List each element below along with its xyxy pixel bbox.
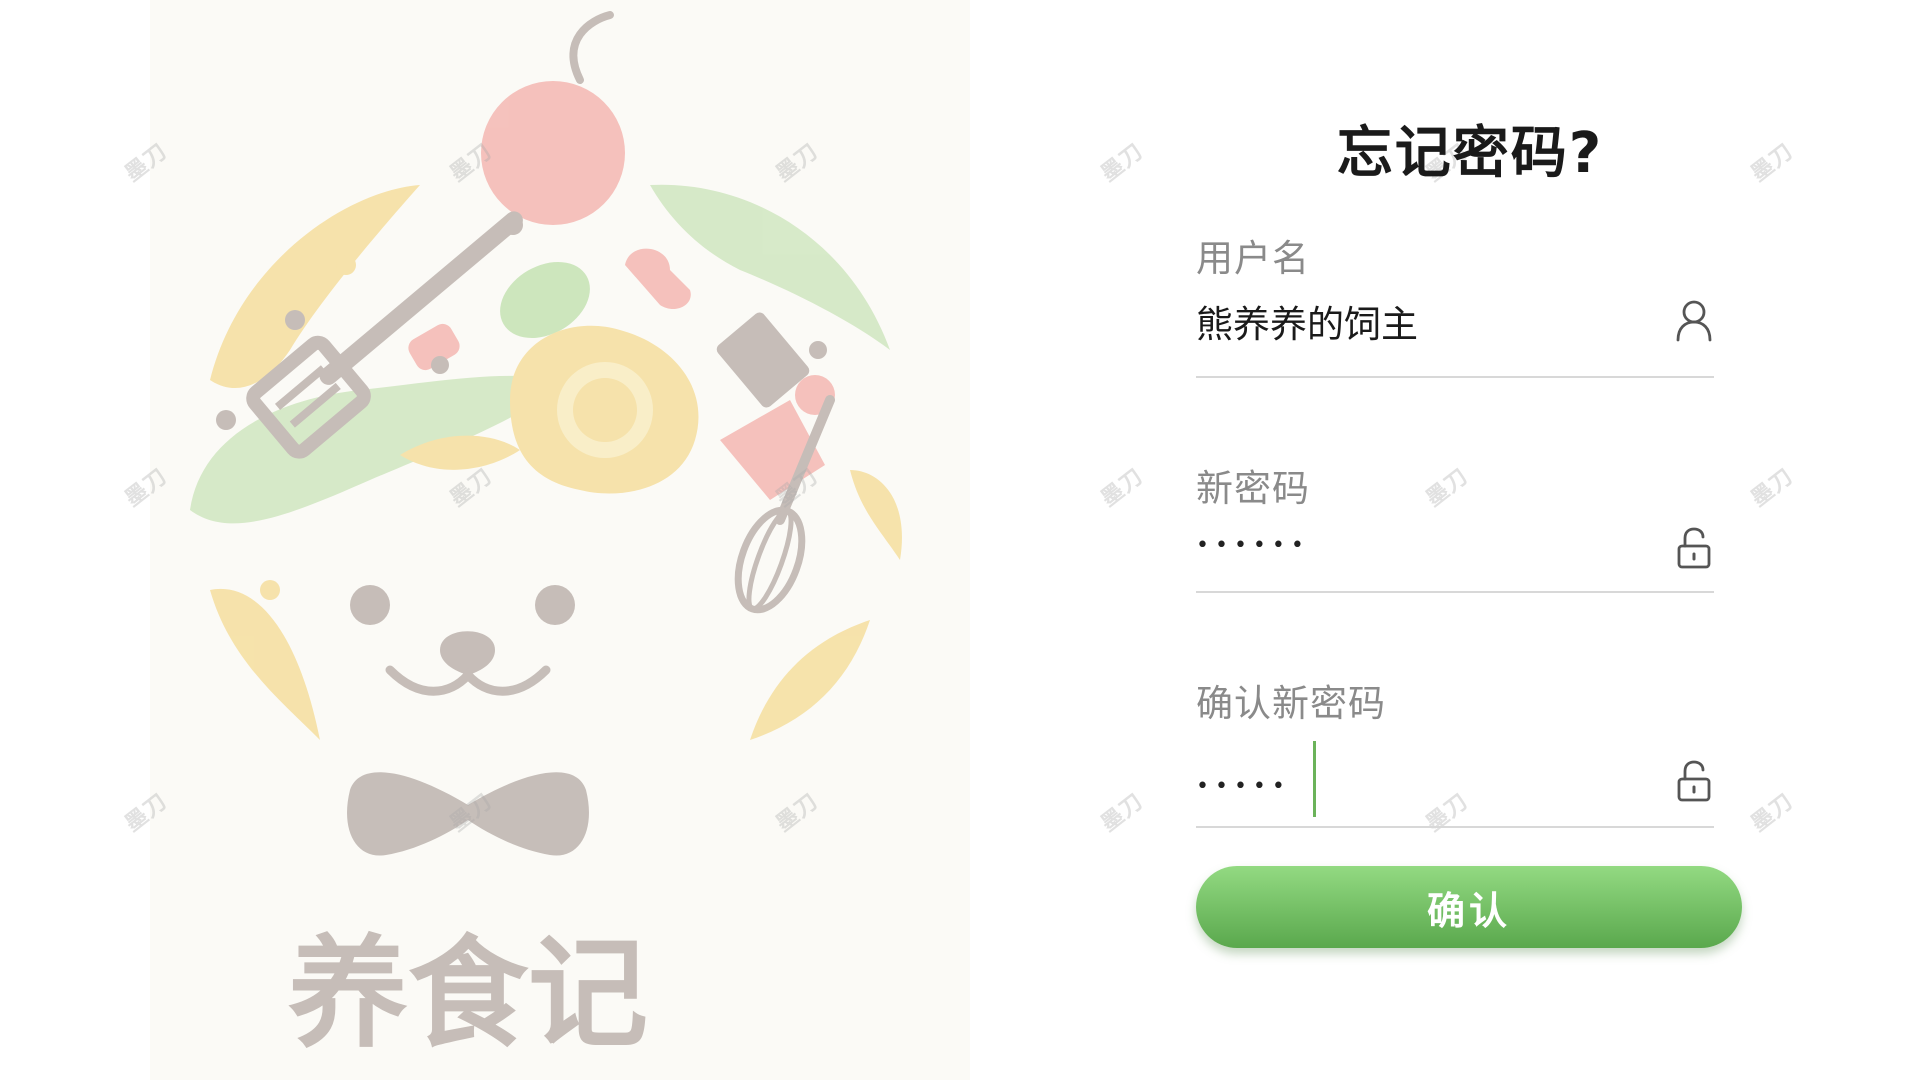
brand-logo-text: 养食记 [288, 925, 648, 1064]
page-title: 忘记密码? [1336, 121, 1604, 186]
forgot-password-form: 忘记密码? 用户名 新密码 [1196, 0, 1744, 1080]
confirm-password-underline [1196, 826, 1714, 828]
confirm-password-field: 确认新密码 [1196, 673, 1714, 828]
new-password-label: 新密码 [1196, 467, 1310, 510]
bear-chef-logo: 养食记 [190, 11, 902, 1064]
new-password-input[interactable] [1196, 520, 1636, 570]
watermark: 墨刀 [1096, 463, 1149, 512]
watermark: 墨刀 [1746, 138, 1799, 187]
new-password-underline [1196, 591, 1714, 593]
unlock-icon[interactable] [1674, 526, 1714, 570]
watermark: 墨刀 [1746, 788, 1799, 837]
watermark: 墨刀 [1096, 788, 1149, 837]
new-password-field: 新密码 [1196, 458, 1714, 593]
text-caret [1313, 741, 1316, 817]
confirm-password-label: 确认新密码 [1196, 682, 1386, 725]
confirm-password-input[interactable] [1196, 761, 1636, 811]
username-input[interactable] [1196, 296, 1636, 346]
watermark: 墨刀 [1096, 138, 1149, 187]
username-field: 用户名 [1196, 228, 1714, 378]
user-icon [1674, 298, 1714, 342]
forgot-password-page: 养食记 墨刀 墨刀 墨刀 墨刀 墨刀 墨刀 墨刀 墨刀 墨刀 墨刀 墨刀 墨刀 … [0, 0, 1920, 1080]
unlock-icon[interactable] [1674, 759, 1714, 803]
username-label: 用户名 [1196, 237, 1310, 280]
watermark: 墨刀 [1746, 463, 1799, 512]
confirm-button[interactable]: 确认 [1196, 866, 1742, 948]
username-underline [1196, 376, 1714, 378]
brand-illustration: 养食记 [150, 0, 970, 1080]
